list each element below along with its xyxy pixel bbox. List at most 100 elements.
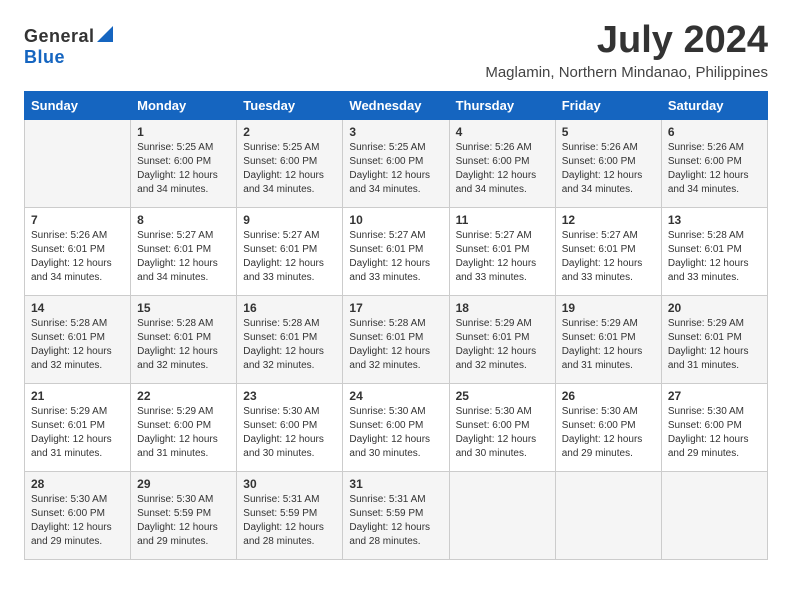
day-number: 7 (31, 213, 124, 227)
calendar-cell: 12Sunrise: 5:27 AM Sunset: 6:01 PM Dayli… (555, 207, 661, 295)
calendar-cell (449, 471, 555, 559)
calendar-week-row: 14Sunrise: 5:28 AM Sunset: 6:01 PM Dayli… (25, 295, 768, 383)
cell-content: Sunrise: 5:31 AM Sunset: 5:59 PM Dayligh… (349, 493, 442, 549)
cell-content: Sunrise: 5:25 AM Sunset: 6:00 PM Dayligh… (137, 141, 230, 197)
day-number: 29 (137, 477, 230, 491)
cell-content: Sunrise: 5:27 AM Sunset: 6:01 PM Dayligh… (137, 229, 230, 285)
logo-blue-text: Blue (24, 47, 65, 67)
calendar-week-row: 7 Sunrise: 5:26 AM Sunset: 6:01 PM Daylig… (25, 207, 768, 295)
cell-content: Sunrise: 5:30 AM Sunset: 6:00 PM Dayligh… (243, 405, 336, 461)
day-number: 27 (668, 389, 761, 403)
calendar-cell: 13Sunrise: 5:28 AM Sunset: 6:01 PM Dayli… (661, 207, 767, 295)
calendar-cell: 28Sunrise: 5:30 AM Sunset: 6:00 PM Dayli… (25, 471, 131, 559)
day-number: 3 (349, 125, 442, 139)
cell-content: Sunrise: 5:28 AM Sunset: 6:01 PM Dayligh… (668, 229, 761, 285)
cell-content: Sunrise: 5:31 AM Sunset: 5:59 PM Dayligh… (243, 493, 336, 549)
cell-content: Sunrise: 5:26 AM Sunset: 6:00 PM Dayligh… (456, 141, 549, 197)
calendar-cell: 27 Sunrise: 5:30 AM Sunset: 6:00 PM Dayli… (661, 383, 767, 471)
cell-content: Sunrise: 5:28 AM Sunset: 6:01 PM Dayligh… (243, 317, 336, 373)
day-header-sunday: Sunday (25, 91, 131, 119)
cell-content: Sunrise: 5:27 AM Sunset: 6:01 PM Dayligh… (349, 229, 442, 285)
day-number: 5 (562, 125, 655, 139)
logo-icon (97, 26, 113, 42)
calendar-cell: 31 Sunrise: 5:31 AM Sunset: 5:59 PM Dayli… (343, 471, 449, 559)
day-number: 22 (137, 389, 230, 403)
day-number: 11 (456, 213, 549, 227)
calendar-cell (661, 471, 767, 559)
day-number: 6 (668, 125, 761, 139)
calendar-header-row: SundayMondayTuesdayWednesdayThursdayFrid… (25, 91, 768, 119)
calendar-cell: 6 Sunrise: 5:26 AM Sunset: 6:00 PM Daylig… (661, 119, 767, 207)
day-number: 15 (137, 301, 230, 315)
calendar-cell: 30 Sunrise: 5:31 AM Sunset: 5:59 PM Dayli… (237, 471, 343, 559)
day-number: 2 (243, 125, 336, 139)
calendar-week-row: 1 Sunrise: 5:25 AM Sunset: 6:00 PM Daylig… (25, 119, 768, 207)
cell-content: Sunrise: 5:27 AM Sunset: 6:01 PM Dayligh… (243, 229, 336, 285)
calendar-cell (555, 471, 661, 559)
title-section: July 2024 Maglamin, Northern Mindanao, P… (485, 20, 768, 81)
day-number: 25 (456, 389, 549, 403)
cell-content: Sunrise: 5:26 AM Sunset: 6:00 PM Dayligh… (562, 141, 655, 197)
calendar-table: SundayMondayTuesdayWednesdayThursdayFrid… (24, 91, 768, 560)
day-header-tuesday: Tuesday (237, 91, 343, 119)
day-number: 30 (243, 477, 336, 491)
cell-content: Sunrise: 5:28 AM Sunset: 6:01 PM Dayligh… (137, 317, 230, 373)
day-number: 16 (243, 301, 336, 315)
cell-content: Sunrise: 5:26 AM Sunset: 6:00 PM Dayligh… (668, 141, 761, 197)
calendar-cell: 2 Sunrise: 5:25 AM Sunset: 6:00 PM Daylig… (237, 119, 343, 207)
day-number: 31 (349, 477, 442, 491)
cell-content: Sunrise: 5:29 AM Sunset: 6:01 PM Dayligh… (668, 317, 761, 373)
calendar-cell: 4 Sunrise: 5:26 AM Sunset: 6:00 PM Daylig… (449, 119, 555, 207)
day-number: 17 (349, 301, 442, 315)
day-number: 1 (137, 125, 230, 139)
calendar-cell (25, 119, 131, 207)
day-number: 20 (668, 301, 761, 315)
day-number: 18 (456, 301, 549, 315)
day-header-saturday: Saturday (661, 91, 767, 119)
cell-content: Sunrise: 5:30 AM Sunset: 6:00 PM Dayligh… (349, 405, 442, 461)
cell-content: Sunrise: 5:30 AM Sunset: 6:00 PM Dayligh… (668, 405, 761, 461)
cell-content: Sunrise: 5:29 AM Sunset: 6:01 PM Dayligh… (562, 317, 655, 373)
calendar-cell: 23 Sunrise: 5:30 AM Sunset: 6:00 PM Dayli… (237, 383, 343, 471)
calendar-cell: 20 Sunrise: 5:29 AM Sunset: 6:01 PM Dayli… (661, 295, 767, 383)
day-header-wednesday: Wednesday (343, 91, 449, 119)
cell-content: Sunrise: 5:29 AM Sunset: 6:01 PM Dayligh… (31, 405, 124, 461)
calendar-cell: 25Sunrise: 5:30 AM Sunset: 6:00 PM Dayli… (449, 383, 555, 471)
day-header-monday: Monday (131, 91, 237, 119)
calendar-week-row: 21 Sunrise: 5:29 AM Sunset: 6:01 PM Dayli… (25, 383, 768, 471)
calendar-cell: 18 Sunrise: 5:29 AM Sunset: 6:01 PM Dayli… (449, 295, 555, 383)
day-header-thursday: Thursday (449, 91, 555, 119)
cell-content: Sunrise: 5:29 AM Sunset: 6:01 PM Dayligh… (456, 317, 549, 373)
cell-content: Sunrise: 5:30 AM Sunset: 6:00 PM Dayligh… (562, 405, 655, 461)
header: General Blue July 2024 Maglamin, Norther… (24, 20, 768, 81)
location-text: Maglamin, Northern Mindanao, Philippines (485, 64, 768, 81)
cell-content: Sunrise: 5:28 AM Sunset: 6:01 PM Dayligh… (31, 317, 124, 373)
cell-content: Sunrise: 5:27 AM Sunset: 6:01 PM Dayligh… (456, 229, 549, 285)
cell-content: Sunrise: 5:25 AM Sunset: 6:00 PM Dayligh… (349, 141, 442, 197)
calendar-cell: 21 Sunrise: 5:29 AM Sunset: 6:01 PM Dayli… (25, 383, 131, 471)
logo-general-text: General (24, 26, 95, 47)
calendar-cell: 24 Sunrise: 5:30 AM Sunset: 6:00 PM Dayli… (343, 383, 449, 471)
day-number: 19 (562, 301, 655, 315)
calendar-cell: 16 Sunrise: 5:28 AM Sunset: 6:01 PM Dayli… (237, 295, 343, 383)
cell-content: Sunrise: 5:25 AM Sunset: 6:00 PM Dayligh… (243, 141, 336, 197)
day-number: 21 (31, 389, 124, 403)
day-number: 23 (243, 389, 336, 403)
calendar-cell: 14Sunrise: 5:28 AM Sunset: 6:01 PM Dayli… (25, 295, 131, 383)
day-number: 24 (349, 389, 442, 403)
calendar-cell: 19 Sunrise: 5:29 AM Sunset: 6:01 PM Dayli… (555, 295, 661, 383)
cell-content: Sunrise: 5:29 AM Sunset: 6:00 PM Dayligh… (137, 405, 230, 461)
cell-content: Sunrise: 5:26 AM Sunset: 6:01 PM Dayligh… (31, 229, 124, 285)
calendar-week-row: 28Sunrise: 5:30 AM Sunset: 6:00 PM Dayli… (25, 471, 768, 559)
day-number: 26 (562, 389, 655, 403)
calendar-cell: 8Sunrise: 5:27 AM Sunset: 6:01 PM Daylig… (131, 207, 237, 295)
cell-content: Sunrise: 5:30 AM Sunset: 6:00 PM Dayligh… (31, 493, 124, 549)
calendar-cell: 15 Sunrise: 5:28 AM Sunset: 6:01 PM Dayli… (131, 295, 237, 383)
day-header-friday: Friday (555, 91, 661, 119)
month-year-title: July 2024 (485, 20, 768, 62)
calendar-cell: 10Sunrise: 5:27 AM Sunset: 6:01 PM Dayli… (343, 207, 449, 295)
calendar-cell: 29Sunrise: 5:30 AM Sunset: 5:59 PM Dayli… (131, 471, 237, 559)
day-number: 4 (456, 125, 549, 139)
calendar-cell: 11 Sunrise: 5:27 AM Sunset: 6:01 PM Dayli… (449, 207, 555, 295)
calendar-cell: 22 Sunrise: 5:29 AM Sunset: 6:00 PM Dayli… (131, 383, 237, 471)
